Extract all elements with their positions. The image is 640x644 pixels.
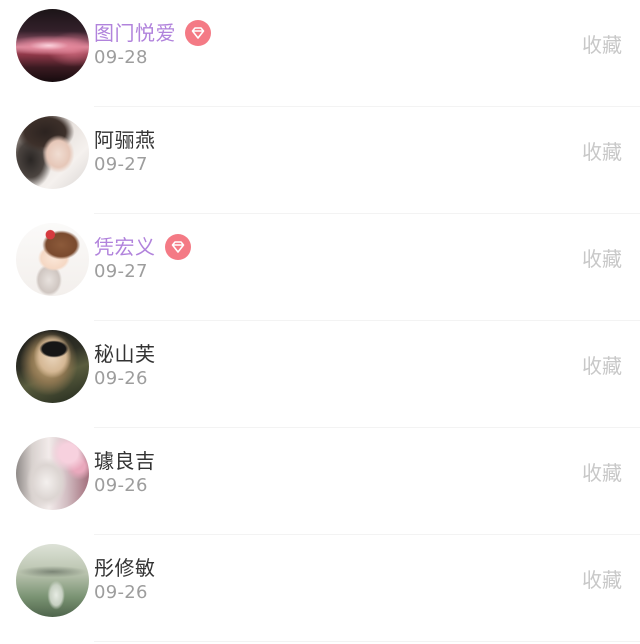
user-name[interactable]: 秘山芙 xyxy=(94,341,156,367)
date-label: 09-28 xyxy=(94,47,148,68)
name-line: 图门悦爱 xyxy=(94,20,211,46)
user-name[interactable]: 图门悦爱 xyxy=(94,20,176,46)
avatar[interactable] xyxy=(16,9,89,82)
date-label: 09-27 xyxy=(94,154,148,175)
diamond-icon xyxy=(191,27,205,39)
name-line: 阿骊燕 xyxy=(94,127,156,153)
date-label: 09-26 xyxy=(94,582,148,603)
name-line: 彤修敏 xyxy=(94,555,156,581)
collect-button[interactable]: 收藏 xyxy=(582,139,622,165)
list-item[interactable]: 彤修敏 09-26 收藏 xyxy=(0,535,640,642)
collect-button[interactable]: 收藏 xyxy=(582,567,622,593)
vip-badge xyxy=(185,20,211,46)
diamond-icon xyxy=(171,241,184,253)
collect-button[interactable]: 收藏 xyxy=(582,353,622,379)
date-label: 09-26 xyxy=(94,475,148,496)
date-label: 09-26 xyxy=(94,368,148,389)
list-item[interactable]: 阿骊燕 09-27 收藏 xyxy=(0,107,640,214)
name-line: 秘山芙 xyxy=(94,341,156,367)
user-name[interactable]: 璩良吉 xyxy=(94,448,156,474)
collect-button[interactable]: 收藏 xyxy=(582,32,622,58)
name-line: 璩良吉 xyxy=(94,448,156,474)
avatar[interactable] xyxy=(16,437,89,510)
user-name[interactable]: 凭宏义 xyxy=(94,234,156,260)
vip-badge xyxy=(164,234,191,260)
avatar[interactable] xyxy=(16,330,89,403)
user-name[interactable]: 阿骊燕 xyxy=(94,127,156,153)
avatar[interactable] xyxy=(16,223,89,296)
collect-button[interactable]: 收藏 xyxy=(582,460,622,486)
avatar[interactable] xyxy=(16,116,89,189)
list-item[interactable]: 图门悦爱 09-28 收藏 xyxy=(0,0,640,107)
list-item[interactable]: 凭宏义 09-27 收藏 xyxy=(0,214,640,321)
collect-button[interactable]: 收藏 xyxy=(582,246,622,272)
list-item[interactable]: 秘山芙 09-26 收藏 xyxy=(0,321,640,428)
avatar[interactable] xyxy=(16,544,89,617)
name-line: 凭宏义 xyxy=(94,234,191,260)
user-list: 图门悦爱 09-28 收藏 阿骊燕 09-27 收藏 凭宏义 09-27 收藏 … xyxy=(0,0,640,644)
user-name[interactable]: 彤修敏 xyxy=(94,555,156,581)
date-label: 09-27 xyxy=(94,261,148,282)
list-item[interactable]: 璩良吉 09-26 收藏 xyxy=(0,428,640,535)
